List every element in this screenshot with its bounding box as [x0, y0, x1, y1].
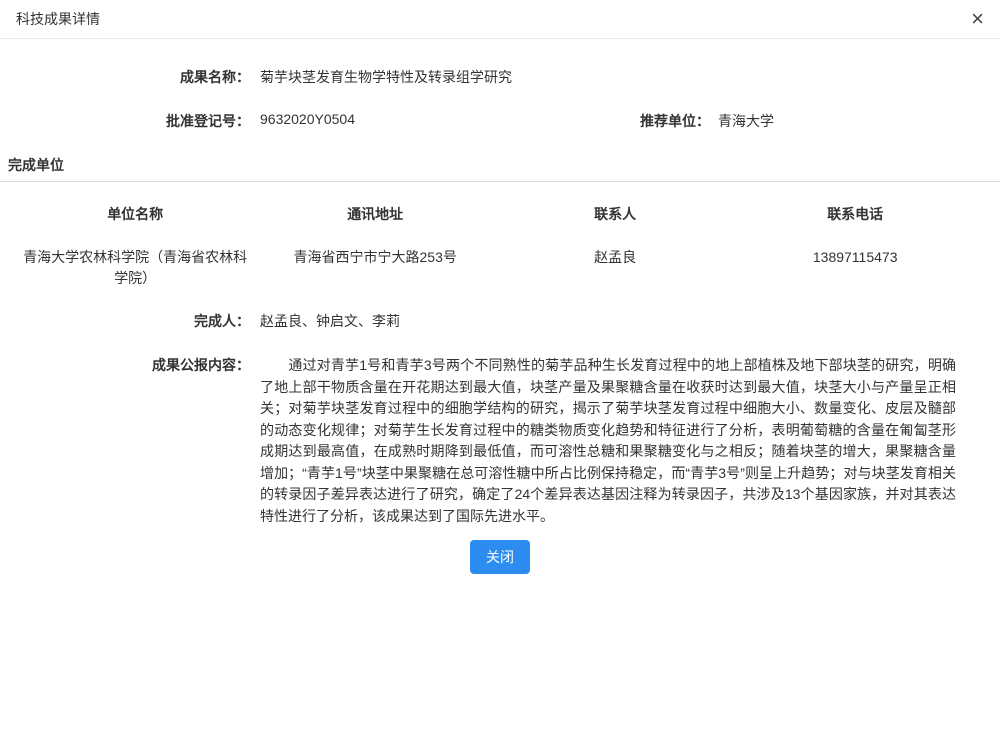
completers-value: 赵孟良、钟启文、李莉: [250, 311, 400, 331]
unit-contact-header: 联系人: [500, 204, 730, 224]
registration-row: 批准登记号： 9632020Y0504 推荐单位： 青海大学: [0, 111, 1000, 131]
unit-name-header: 单位名称: [20, 204, 250, 224]
table-row: 青海大学农林科学院（青海省农林科学院） 青海省西宁市宁大路253号 赵孟良 13…: [20, 224, 980, 289]
bulletin-label: 成果公报内容：: [0, 355, 250, 527]
registration-label: 批准登记号：: [0, 111, 250, 131]
units-table-header-row: 单位名称 通讯地址 联系人 联系电话: [20, 204, 980, 224]
unit-address-header: 通讯地址: [250, 204, 500, 224]
modal-header: 科技成果详情 ×: [0, 0, 1000, 39]
bulletin-content: 通过对青芋1号和青芋3号两个不同熟性的菊芋品种生长发育过程中的地上部植株及地下部…: [250, 355, 956, 527]
registration-value: 9632020Y0504: [250, 111, 355, 131]
recommend-unit-label: 推荐单位：: [640, 111, 710, 131]
modal-title: 科技成果详情: [16, 9, 100, 29]
unit-phone-header: 联系电话: [730, 204, 980, 224]
achievement-name-row: 成果名称： 菊芋块茎发育生物学特性及转录组学研究: [0, 67, 1000, 87]
modal-body: 成果名称： 菊芋块茎发育生物学特性及转录组学研究 批准登记号： 9632020Y…: [0, 39, 1000, 574]
units-section-title: 完成单位: [0, 155, 1000, 182]
registration-group: 批准登记号： 9632020Y0504: [0, 111, 640, 131]
footer-button-row: 关闭: [0, 540, 1000, 574]
recommend-unit-value: 青海大学: [710, 111, 774, 131]
close-button[interactable]: 关闭: [470, 540, 530, 574]
completers-row: 完成人： 赵孟良、钟启文、李莉: [0, 311, 1000, 331]
achievement-name-value: 菊芋块茎发育生物学特性及转录组学研究: [250, 67, 512, 87]
unit-address-cell: 青海省西宁市宁大路253号: [250, 224, 500, 289]
recommend-group: 推荐单位： 青海大学: [640, 111, 1000, 131]
completers-label: 完成人：: [0, 311, 250, 331]
unit-phone-cell: 13897115473: [730, 224, 980, 289]
achievement-name-label: 成果名称：: [0, 67, 250, 87]
bulletin-row: 成果公报内容： 通过对青芋1号和青芋3号两个不同熟性的菊芋品种生长发育过程中的地…: [0, 355, 1000, 527]
unit-contact-cell: 赵孟良: [500, 224, 730, 289]
achievement-detail-modal: 科技成果详情 × 成果名称： 菊芋块茎发育生物学特性及转录组学研究 批准登记号：…: [0, 0, 1000, 750]
unit-name-cell: 青海大学农林科学院（青海省农林科学院）: [20, 224, 250, 289]
close-icon[interactable]: ×: [971, 8, 984, 30]
units-table: 单位名称 通讯地址 联系人 联系电话 青海大学农林科学院（青海省农林科学院） 青…: [20, 204, 980, 289]
